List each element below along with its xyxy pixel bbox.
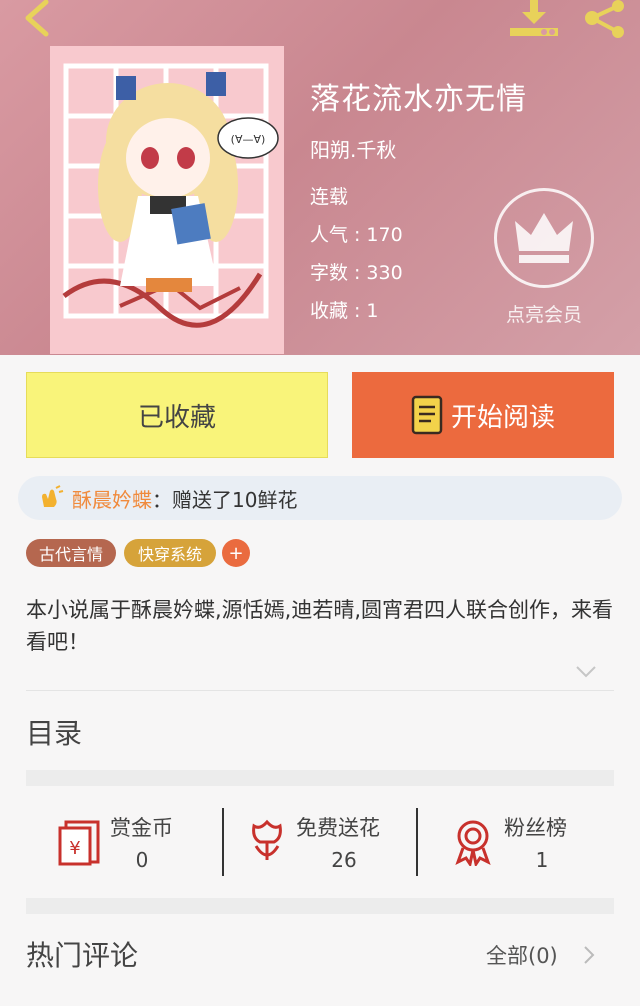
word-count-label: 字数 bbox=[310, 262, 349, 284]
favorites-row: 收藏:1 bbox=[310, 300, 379, 322]
book-title: 落花流水亦无情 bbox=[310, 82, 527, 117]
free-flowers-label: 免费送花 bbox=[296, 816, 380, 840]
gift-notice[interactable]: 酥晨妗蝶 ：赠送了10鲜花 bbox=[18, 476, 622, 520]
flower-icon bbox=[252, 819, 282, 860]
book-header: (∀—∀) 落花流水亦无情 阳朔.千秋 连载 人气:170 字数:330 收藏:… bbox=[0, 0, 640, 355]
start-reading-label: 开始阅读 bbox=[450, 402, 555, 433]
book-cover-image[interactable]: (∀—∀) bbox=[50, 46, 284, 354]
fan-ranking-button[interactable]: 粉丝榜 1 bbox=[418, 800, 614, 896]
red-envelope-icon: ¥ bbox=[58, 820, 100, 866]
fan-ranking-label: 粉丝榜 bbox=[504, 816, 567, 840]
toc-title[interactable]: 目录 bbox=[26, 712, 82, 752]
hot-comments-title: 热门评论 bbox=[26, 939, 139, 972]
chevron-right-icon[interactable] bbox=[582, 944, 596, 966]
reward-coins-button[interactable]: ¥ 赏金币 0 bbox=[26, 800, 222, 896]
cover-bubble-text: (∀—∀) bbox=[231, 133, 266, 146]
gift-user-name[interactable]: 酥晨妗蝶 bbox=[72, 484, 152, 513]
stats-bar: ¥ 赏金币 0 免费送花 26 粉丝榜 1 bbox=[26, 800, 614, 896]
popularity-label: 人气 bbox=[310, 224, 349, 246]
crown-icon bbox=[515, 213, 573, 263]
section-separator bbox=[26, 898, 614, 914]
free-flowers-button[interactable]: 免费送花 26 bbox=[224, 800, 416, 896]
section-separator bbox=[26, 770, 614, 786]
all-comments-link[interactable]: 全部(0) bbox=[486, 940, 558, 970]
favorites-label: 收藏 bbox=[310, 300, 349, 322]
download-icon[interactable] bbox=[508, 0, 560, 40]
tag-ancient-romance[interactable]: 古代言情 bbox=[26, 539, 116, 567]
back-arrow-icon[interactable] bbox=[18, 0, 58, 38]
start-reading-button[interactable]: 开始阅读 bbox=[352, 372, 614, 458]
popularity-row: 人气:170 bbox=[310, 224, 403, 246]
vip-circle bbox=[494, 188, 594, 288]
vip-button[interactable]: 点亮会员 bbox=[490, 188, 598, 328]
word-count-value: 330 bbox=[366, 262, 403, 284]
reward-coins-label: 赏金币 bbox=[110, 816, 173, 840]
svg-text:¥: ¥ bbox=[69, 838, 80, 859]
medal-icon bbox=[455, 820, 491, 866]
book-author[interactable]: 阳朔.千秋 bbox=[310, 134, 396, 163]
book-status: 连载 bbox=[310, 186, 349, 208]
share-icon[interactable] bbox=[582, 0, 630, 40]
favorites-value: 1 bbox=[366, 300, 379, 322]
tag-quick-transmigration[interactable]: 快穿系统 bbox=[124, 539, 216, 567]
clap-icon bbox=[42, 485, 64, 507]
word-count-row: 字数:330 bbox=[310, 262, 403, 284]
free-flowers-value: 26 bbox=[331, 848, 357, 872]
book-icon bbox=[411, 395, 443, 435]
favorite-button[interactable]: 已收藏 bbox=[26, 372, 328, 458]
favorite-button-label: 已收藏 bbox=[137, 402, 216, 433]
popularity-value: 170 bbox=[366, 224, 403, 246]
divider bbox=[26, 690, 614, 691]
chevron-down-icon[interactable] bbox=[574, 664, 598, 680]
vip-label: 点亮会员 bbox=[505, 304, 582, 326]
book-summary: 本小说属于酥晨妗蝶,源恬嫣,迪若晴,圆宵君四人联合创作，来看看吧！ bbox=[26, 598, 614, 654]
add-tag-button[interactable]: + bbox=[222, 539, 250, 567]
gift-message: ：赠送了10鲜花 bbox=[152, 487, 298, 512]
reward-coins-value: 0 bbox=[135, 848, 149, 872]
fan-ranking-value: 1 bbox=[535, 848, 549, 872]
